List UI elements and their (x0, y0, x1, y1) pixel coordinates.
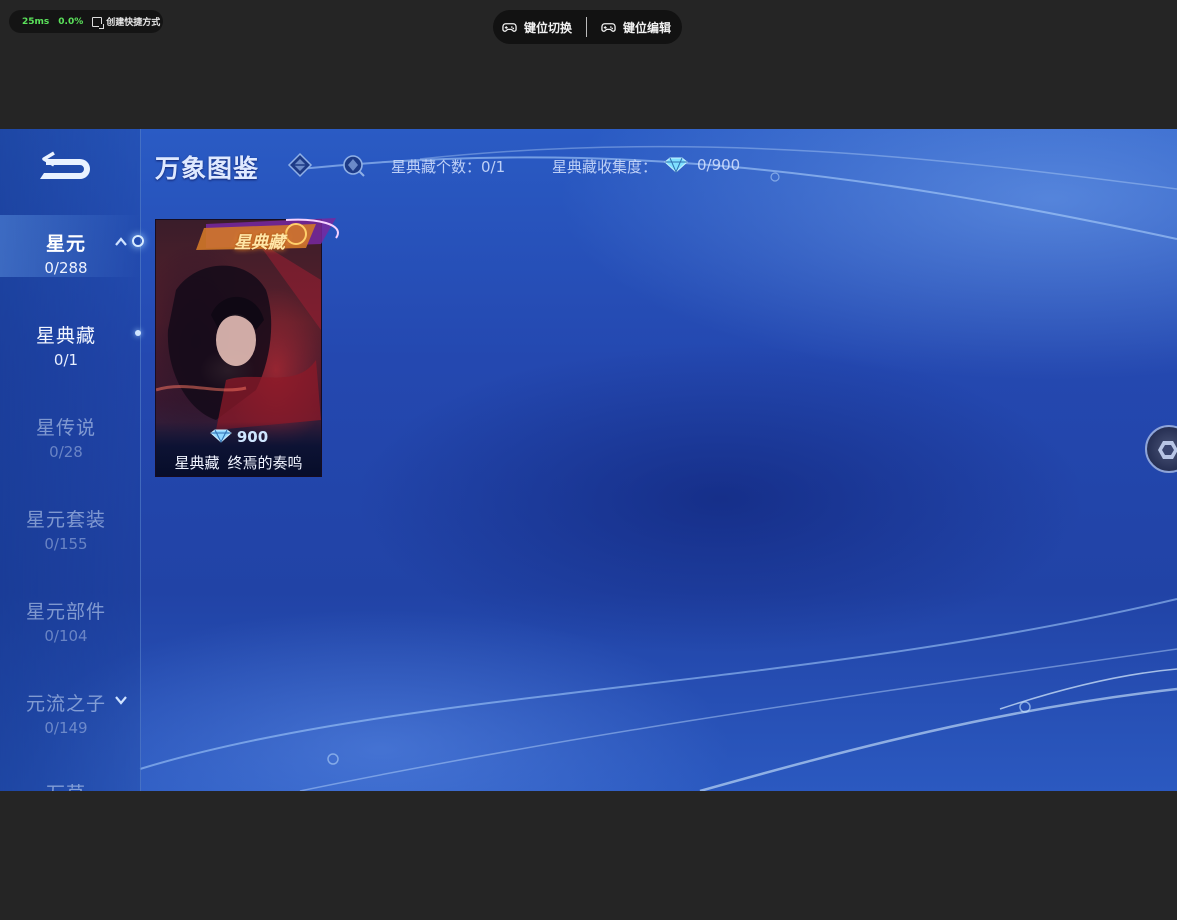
sidebar-item-count: 0/1 (53, 351, 79, 369)
collection-count: 星典藏个数：0/1 (391, 158, 506, 176)
nav-indicator-dot (135, 330, 141, 336)
sidebar-item-count: 0/104 (44, 627, 88, 645)
gamepad-icon (601, 22, 616, 32)
page-title: 万象图鉴 (155, 154, 260, 183)
sidebar-item-count: 0/149 (44, 719, 88, 737)
sidebar-item-label: 星元 (45, 233, 86, 255)
sidebar-item-label: 星元套装 (25, 509, 106, 531)
latency-value: 25ms (22, 16, 50, 27)
card-price: 900 (156, 428, 321, 446)
card-price-value: 900 (236, 428, 269, 446)
chevron-down-icon[interactable] (115, 695, 127, 705)
create-shortcut-button[interactable]: 创建快捷方式 (92, 15, 161, 29)
sidebar-item-xingyuan-parts[interactable]: 星元部件 0/104 (0, 597, 132, 645)
toolbar-divider (586, 17, 588, 37)
collection-progress-value: 0/900 (697, 156, 741, 174)
packet-loss-value: 0.0% (58, 16, 84, 27)
key-edit-button[interactable]: 键位编辑 (601, 10, 671, 44)
performance-indicator: 25ms 0.0% 创建快捷方式 (9, 10, 163, 33)
sidebar-item-count: 0/28 (49, 443, 83, 461)
nav-indicator-ring (132, 235, 144, 247)
gamepad-icon (502, 22, 517, 32)
sidebar-item-xingyuan-set[interactable]: 星元套装 0/155 (0, 505, 132, 553)
sidebar-item-label: 星传说 (35, 417, 96, 439)
sidebar-item-label: 元流之子 (25, 693, 106, 715)
sidebar-item-xingdiancang[interactable]: 星典藏 0/1 (0, 321, 132, 369)
sidebar-item-label: 星元部件 (25, 601, 106, 623)
sidebar-item-count: 0/288 (44, 259, 88, 277)
back-arrow-icon[interactable] (36, 149, 98, 181)
key-mapping-toolbar: 键位切换 键位编辑 (493, 10, 682, 44)
key-switch-label: 键位切换 (524, 20, 573, 35)
game-viewport: 星元 0/288 星典藏 0/1 星传说 0/28 星元套装 0/155 星元部… (0, 129, 1177, 791)
category-sidebar: 星元 0/288 星典藏 0/1 星传说 0/28 星元套装 0/155 星元部… (0, 129, 144, 791)
card-title: 星典藏 终焉的奏鸣 (156, 452, 321, 473)
side-panel-handle[interactable] (1145, 425, 1177, 473)
crystal-gem-icon (664, 157, 688, 173)
shortcut-icon (92, 16, 105, 29)
sidebar-item-xingyuan[interactable]: 星元 0/288 (0, 229, 132, 277)
diamond-filter-icon[interactable] (287, 152, 313, 178)
create-shortcut-label: 创建快捷方式 (106, 18, 161, 28)
key-switch-button[interactable]: 键位切换 (502, 10, 572, 44)
sidebar-item-count: 0/155 (44, 535, 88, 553)
key-edit-label: 键位编辑 (623, 20, 672, 35)
sidebar-item-label: 万草 (0, 779, 132, 791)
card-badge-label: 星典藏 (234, 233, 285, 253)
search-gem-icon[interactable] (340, 152, 366, 178)
card-item-name: 终焉的奏鸣 (227, 454, 303, 472)
crystal-gem-icon (210, 429, 232, 443)
sidebar-item-yuanliu[interactable]: 元流之子 0/149 (0, 689, 132, 737)
sidebar-item-label: 星典藏 (35, 325, 96, 347)
hexagon-icon (1158, 441, 1177, 459)
collection-progress-label: 星典藏收集度： (552, 158, 658, 176)
sidebar-item-wancao[interactable]: 万草 (0, 779, 132, 791)
collection-card[interactable]: 星典藏 900 星典藏 终焉的奏鸣 (155, 218, 339, 477)
card-category: 星典藏 (174, 454, 220, 472)
sidebar-item-xingchuanshuo[interactable]: 星传说 0/28 (0, 413, 132, 461)
